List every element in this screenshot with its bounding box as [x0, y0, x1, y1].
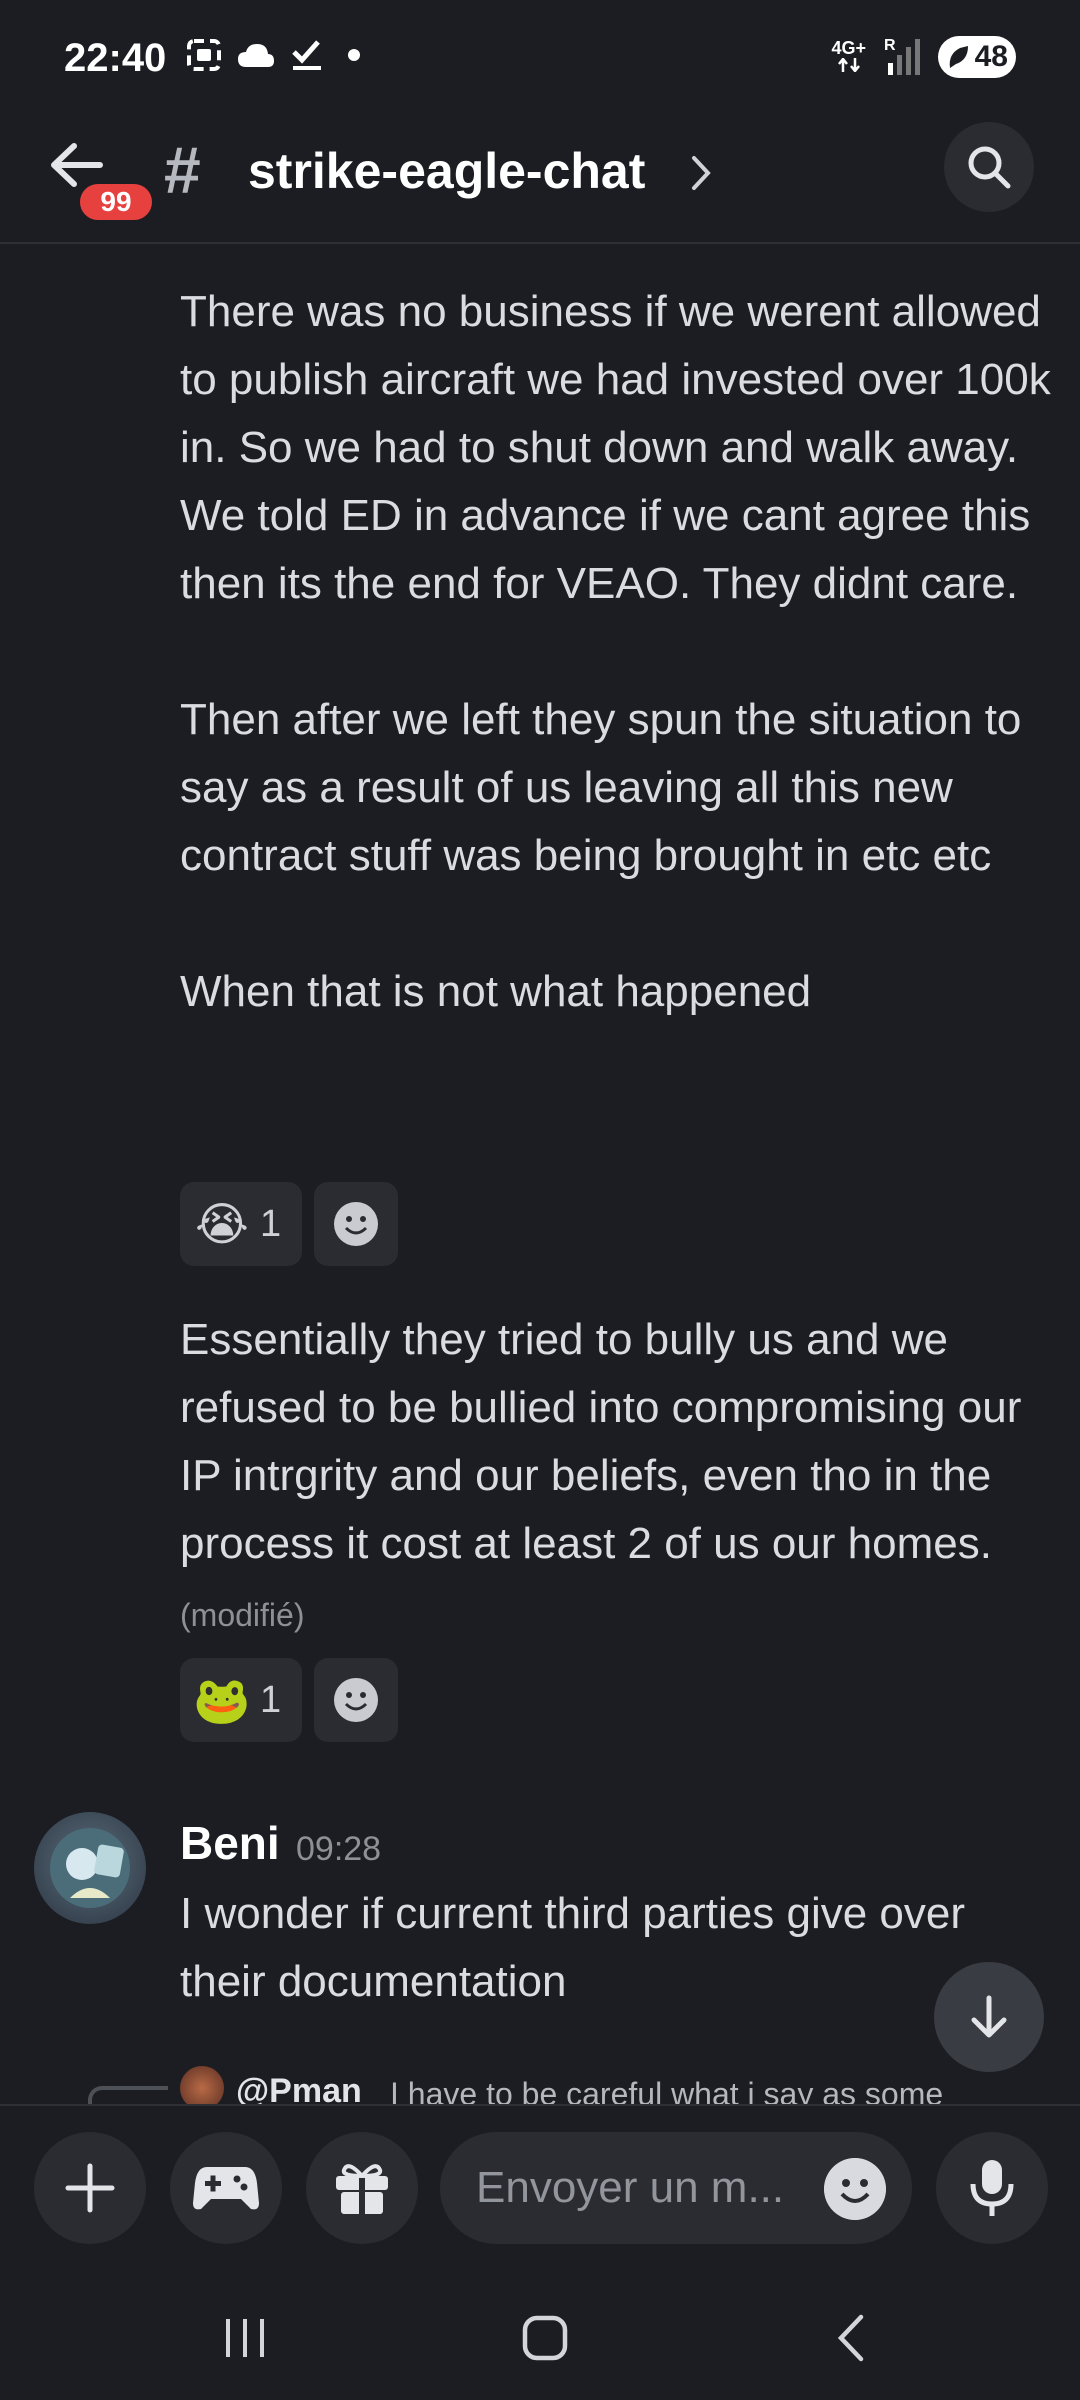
- system-navigation-bar: [0, 2268, 1080, 2400]
- channel-header: 99 # strike-eagle-chat: [0, 120, 1080, 244]
- reaction-row: 🐸 1: [180, 1658, 398, 1742]
- arrow-down-icon: [971, 1995, 1007, 2038]
- message-text: I wonder if current third parties give o…: [180, 1889, 978, 2006]
- battery-level: 48: [974, 40, 1008, 73]
- smiley-icon: [334, 1202, 378, 1246]
- screen: 22:40 4G+ R 48 99 # strike-eagle-chat Th…: [0, 0, 1080, 2400]
- reply-avatar: [180, 2066, 224, 2106]
- gift-icon: [336, 2164, 388, 2214]
- message-composer: [0, 2104, 1080, 2268]
- pepe-frog-emoji-icon: 🐸: [193, 1673, 251, 1726]
- reply-connector: [88, 2086, 168, 2106]
- avatar[interactable]: [34, 1812, 146, 1924]
- chevron-right-icon[interactable]: [690, 154, 712, 192]
- activities-button[interactable]: [170, 2132, 282, 2244]
- message-text: There was no business if we werent allow…: [180, 287, 1051, 1016]
- voice-message-button[interactable]: [936, 2132, 1048, 2244]
- reaction-chip[interactable]: 🐸 1: [180, 1658, 302, 1742]
- gamepad-icon: [193, 2167, 259, 2210]
- loudly-crying-emoji-icon: 😭: [195, 1198, 249, 1250]
- search-button[interactable]: [944, 122, 1034, 212]
- task-check-icon: [292, 40, 321, 70]
- reaction-chip[interactable]: 😭 1: [180, 1182, 302, 1266]
- microphone-icon: [970, 2160, 1014, 2216]
- smiley-icon: [334, 1678, 378, 1722]
- attach-button[interactable]: [34, 2132, 146, 2244]
- home-button[interactable]: [500, 2308, 590, 2368]
- gift-button[interactable]: [306, 2132, 418, 2244]
- screenshot-icon: [187, 39, 221, 71]
- message-input-container[interactable]: [440, 2132, 912, 2244]
- jump-to-bottom-button[interactable]: [934, 1962, 1044, 2072]
- reply-text[interactable]: I have to be careful what i say as some: [390, 2076, 943, 2106]
- battery-indicator: 48: [938, 36, 1016, 78]
- cloud-icon: [238, 44, 274, 67]
- back-chevron-icon: [837, 2314, 864, 2362]
- add-reaction-button[interactable]: [314, 1658, 398, 1742]
- reaction-row: 😭 1: [180, 1182, 398, 1266]
- status-bar: 22:40 4G+ R 48: [0, 0, 1080, 120]
- battery-saver-icon: [949, 46, 968, 68]
- plus-icon: [65, 2163, 115, 2213]
- back-nav-button[interactable]: [806, 2308, 896, 2368]
- home-icon: [522, 2315, 568, 2361]
- unread-badge: 99: [76, 180, 156, 224]
- notification-dot-icon: [348, 49, 360, 61]
- message-input[interactable]: [476, 2163, 816, 2213]
- signal-icon: R: [884, 37, 920, 77]
- recent-apps-button[interactable]: [200, 2308, 290, 2368]
- add-reaction-button[interactable]: [314, 1182, 398, 1266]
- edited-label: (modifié): [180, 1597, 305, 1633]
- network-type-label: 4G+: [831, 39, 866, 75]
- recent-apps-icon: [226, 2319, 264, 2357]
- reaction-count: 1: [260, 1678, 282, 1721]
- data-arrows-icon: [837, 56, 860, 74]
- reply-author[interactable]: @Pman: [236, 2072, 362, 2106]
- channel-hash-icon: #: [164, 133, 201, 207]
- channel-title[interactable]: strike-eagle-chat: [248, 142, 645, 200]
- message-list[interactable]: There was no business if we werent allow…: [0, 246, 1080, 2106]
- message-timestamp: 09:28: [296, 1830, 382, 1868]
- message-author[interactable]: Beni: [180, 1816, 280, 1870]
- status-notification-icons: [186, 38, 360, 72]
- message-text: Essentially they tried to bully us and w…: [180, 1315, 1034, 1633]
- status-system-icons: 4G+ R 48: [831, 36, 1016, 78]
- status-time: 22:40: [64, 36, 167, 80]
- reaction-count: 1: [260, 1202, 282, 1245]
- search-icon: [968, 146, 1011, 189]
- emoji-picker-icon[interactable]: [824, 2158, 886, 2220]
- avatar-image: [50, 1828, 130, 1908]
